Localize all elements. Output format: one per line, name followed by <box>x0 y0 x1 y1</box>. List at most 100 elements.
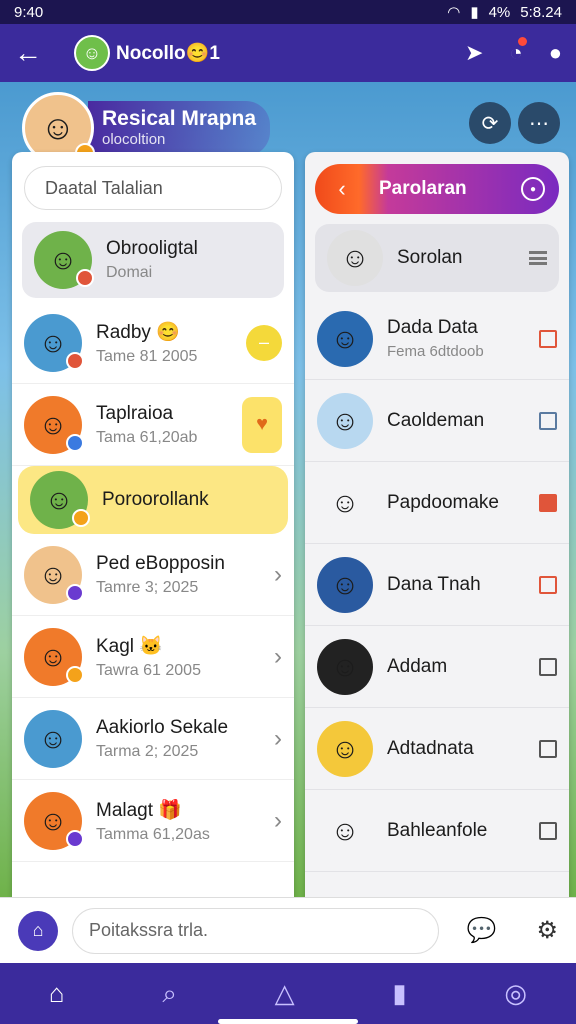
contacts-tab-label: Parolaran <box>379 178 467 199</box>
avatar-badge <box>66 665 84 684</box>
select-checkbox[interactable] <box>539 329 557 348</box>
contact-name: Caoldeman <box>387 409 485 431</box>
chevron-right-icon[interactable]: › <box>274 807 282 835</box>
chat-item[interactable]: ☺ Malagt 🎁 Tamma 61,20as › <box>12 780 294 862</box>
group-icon[interactable]: ⚙ <box>536 916 558 945</box>
contact-name: Bahleanfole <box>387 819 488 841</box>
menu-icon[interactable] <box>529 251 547 265</box>
message-input[interactable]: Poitakssra trla. <box>72 907 439 954</box>
chat-search-input[interactable]: Daatal Talalian <box>24 166 282 210</box>
select-checkbox[interactable] <box>539 739 557 758</box>
contact-item[interactable]: ☺ Adtadnata <box>305 708 569 790</box>
nav-settings-icon[interactable]: ◎ <box>504 978 527 1009</box>
avatar-badge <box>72 509 90 527</box>
app-avatar[interactable]: ☺ <box>74 35 110 71</box>
contact-avatar: ☺ <box>317 474 373 531</box>
contact-avatar: ☺ <box>317 556 373 613</box>
chevron-right-icon[interactable]: › <box>274 561 282 589</box>
select-checkbox[interactable] <box>539 657 557 676</box>
notifications-icon[interactable]: ◔ <box>509 37 528 66</box>
contact-item[interactable]: ☺ Sorolan <box>315 224 559 292</box>
unread-pill-icon[interactable]: – <box>246 324 282 361</box>
chevron-right-icon[interactable]: › <box>274 725 282 753</box>
contact-item[interactable]: ☺ Addam <box>305 626 569 708</box>
contact-item[interactable]: ☺ Bahleanfole <box>305 790 569 872</box>
chat-subtitle: Domai <box>106 264 153 281</box>
contact-avatar: ☺ <box>317 720 373 777</box>
nav-home-icon[interactable]: ⌂ <box>49 978 65 1009</box>
chat-item[interactable]: ☺ Taplraioa Tama 61,20ab ♥ <box>12 384 294 466</box>
nav-search-icon[interactable]: ⌕ <box>162 978 177 1010</box>
home-shortcut-button[interactable]: ⌂ <box>18 910 58 951</box>
avatar-badge <box>66 829 84 848</box>
contact-avatar: ☺ <box>317 638 373 695</box>
bottom-nav: ⌂ ⌕ △ ▮ ◎ <box>0 963 576 1024</box>
contact-item[interactable]: ☺ Caoldeman <box>305 380 569 462</box>
chat-item[interactable]: ☺ Radby 😊 Tame 81 2005 – <box>12 302 294 384</box>
status-time: 9:40 <box>14 3 44 21</box>
select-checkbox[interactable] <box>539 411 557 430</box>
avatar-badge <box>76 269 94 287</box>
chat-avatar: ☺ <box>24 709 82 768</box>
chat-name: Radby 😊 <box>96 321 180 343</box>
chat-avatar: ☺ <box>30 471 90 529</box>
chat-subtitle: Tame 81 2005 <box>96 347 198 365</box>
select-checkbox[interactable] <box>539 821 557 840</box>
chat-item[interactable]: ☺ Poroorollank <box>18 466 288 534</box>
chat-name: Taplraioa <box>96 402 174 424</box>
avatar-badge <box>66 351 84 370</box>
status-bar: 9:40 ◠ ▮ 4% 5:8.24 <box>0 0 576 24</box>
contact-subtitle: Fema 6dtdoob <box>387 343 484 360</box>
chat-item[interactable]: ☺ Obrooligtal Domai <box>22 222 284 298</box>
contacts-tab-header[interactable]: ‹ Parolaran ● <box>315 164 559 214</box>
chevron-left-icon[interactable]: ‹ <box>315 176 369 202</box>
chat-subtitle: Tamma 61,20as <box>96 825 210 843</box>
chat-item[interactable]: ☺ Aakiorlo Sekale Tarma 2; 2025 › <box>12 698 294 780</box>
avatar-badge <box>66 583 84 602</box>
chat-name: Poroorollank <box>102 489 209 510</box>
more-button[interactable]: ⋯ <box>518 102 560 144</box>
contact-item[interactable]: ☺ Dana Tnah <box>305 544 569 626</box>
chat-subtitle: Tawra 61 2005 <box>96 661 201 679</box>
chat-name: Aakiorlo Sekale <box>96 716 229 738</box>
select-checkbox[interactable] <box>539 493 557 512</box>
target-icon[interactable]: ● <box>521 177 545 201</box>
chat-subtitle: Tama 61,20ab <box>96 428 198 446</box>
send-icon[interactable]: ➤ <box>465 40 483 66</box>
profile-icon[interactable]: ● <box>549 40 562 66</box>
contact-item[interactable]: ☺ Papdoomake <box>305 462 569 544</box>
chat-avatar: ☺ <box>24 627 84 686</box>
back-arrow-icon[interactable]: ← <box>14 37 54 69</box>
more-icon: ⋯ <box>529 112 549 135</box>
contact-item[interactable]: ☺ Dada Data Fema 6dtdoob <box>305 298 569 380</box>
chevron-right-icon[interactable]: › <box>274 643 282 671</box>
composer-bar: ⌂ Poitakssra trla. 💬 ⚙ <box>0 897 576 963</box>
contact-name: Dana Tnah <box>387 573 481 595</box>
select-checkbox[interactable] <box>539 575 557 594</box>
chat-avatar: ☺ <box>34 231 94 289</box>
chat-avatar: ☺ <box>24 791 84 850</box>
refresh-button[interactable]: ⟳ <box>469 102 511 144</box>
nav-bookmark-icon[interactable]: ▮ <box>392 978 406 1009</box>
contacts-panel: ‹ Parolaran ● ☺ Sorolan ☺ Dada Data Fema 6dt… <box>305 152 569 897</box>
chat-avatar: ☺ <box>24 395 84 454</box>
wifi-icon: ◠ <box>447 4 461 21</box>
contact-avatar: ☺ <box>327 230 383 286</box>
nav-bell-icon[interactable]: △ <box>275 978 295 1009</box>
status-clock: 5:8.24 <box>520 3 562 21</box>
favorite-icon[interactable]: ♥ <box>242 396 282 453</box>
chat-list: ☺ Obrooligtal Domai ☺ Radby 😊 Tame 81 2005 – ☺ T… <box>12 222 294 862</box>
chat-item[interactable]: ☺ Ped eBopposin Tamre 3; 2025 › <box>12 534 294 616</box>
chat-subtitle: Tarma 2; 2025 <box>96 742 199 760</box>
chat-item[interactable]: ☺ Kagl 🐱 Tawra 61 2005 › <box>12 616 294 698</box>
app-bar: ← ☺ Nocollo😊1 ➤ ◔ ● <box>0 24 576 82</box>
chat-bubble-icon[interactable]: 💬 <box>467 916 497 945</box>
contact-name: Addam <box>387 655 448 677</box>
contact-name: Dada Data <box>387 317 478 338</box>
home-icon: ⌂ <box>32 920 44 940</box>
refresh-icon: ⟳ <box>481 112 499 135</box>
contact-avatar: ☺ <box>317 310 373 367</box>
chat-name: Obrooligtal <box>106 238 198 259</box>
chat-avatar: ☺ <box>24 313 84 372</box>
chat-list-panel: Daatal Talalian ☺ Obrooligtal Domai ☺ Radby … <box>12 152 294 897</box>
